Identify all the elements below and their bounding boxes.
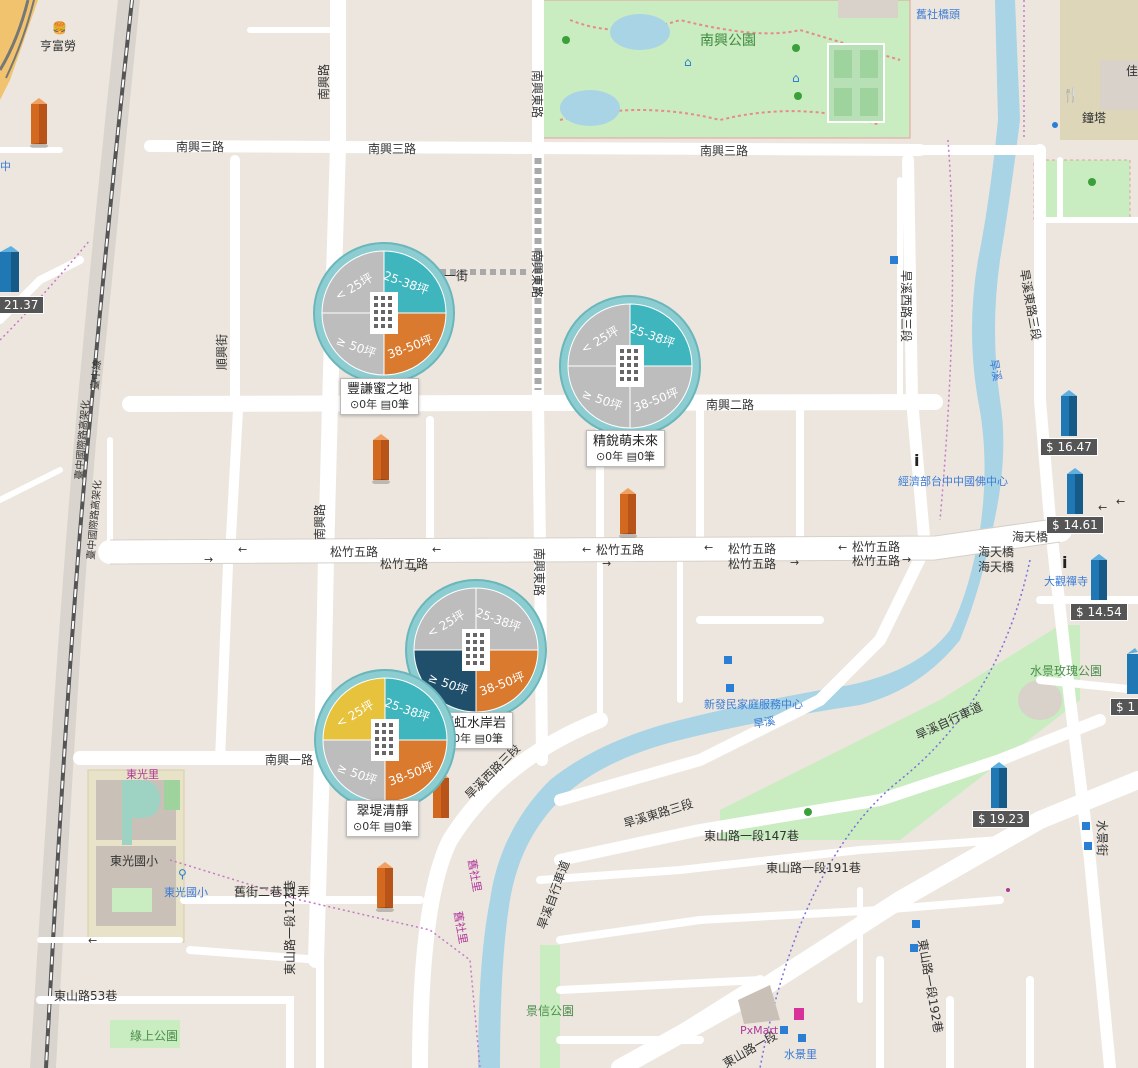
svg-text:←: ← xyxy=(432,543,441,556)
cluster-count: 0筆 xyxy=(394,820,413,833)
svg-text:←: ← xyxy=(582,543,591,556)
label-dongshan-53: 東山路53巷 xyxy=(54,988,117,1003)
price-tag[interactable]: $ 16.47 xyxy=(1040,438,1098,456)
fastfood-icon: 🍔 xyxy=(52,21,67,35)
cluster-name: 豐謙蜜之地 xyxy=(347,382,413,397)
label-nanxing-1st: 南興一路 xyxy=(265,752,313,767)
house-icon: ⌂ xyxy=(684,55,692,69)
svg-text:←: ← xyxy=(88,934,97,947)
label-jiushe-bridge: 舊社橋頭 xyxy=(916,7,960,21)
label-songzhu-f: 松竹五路 xyxy=(852,539,900,554)
cluster-marker[interactable]: 25-38坪 38-50坪 ≥ 50坪 < 25坪 xyxy=(311,240,457,386)
label-nanxing-2nd: 南興二路 xyxy=(706,397,754,412)
price-tag[interactable]: $ 19.23 xyxy=(972,810,1030,828)
label-nanxing-road: 南興路 xyxy=(316,64,331,100)
cluster-card[interactable]: 豐謙蜜之地 ⊙0年 ▤0筆 xyxy=(340,378,420,415)
label-jia: 佳 xyxy=(1126,64,1138,78)
price-tag[interactable]: $ 14.61 xyxy=(1046,516,1104,534)
label-hengfu: 亨富勞 xyxy=(40,38,76,53)
label-dongshan-191: 東山路一段191巷 xyxy=(766,860,861,875)
cluster-count: 0筆 xyxy=(485,732,504,745)
cluster-meta: ⊙0年 ▤0筆 xyxy=(353,820,412,834)
label-songzhu-e: 松竹五路 xyxy=(728,556,776,571)
svg-text:i: i xyxy=(914,451,919,470)
svg-text:i: i xyxy=(1062,553,1067,572)
label-daguan-temple: 大觀禪寺 xyxy=(1044,574,1088,588)
label-temple-center: 經濟部台中中國佛中心 xyxy=(898,474,1008,488)
map-canvas[interactable]: 南興三路 南興三路 南興三路 南興二路 南興一路 松竹五路 松竹五路 松竹五路 … xyxy=(0,0,1138,1068)
cluster-count: 0筆 xyxy=(391,398,410,411)
label-songzhu-a: 松竹五路 xyxy=(330,544,378,559)
record-icon: ▤ xyxy=(380,820,395,833)
cluster-marker[interactable]: 25-38坪 38-50坪 ≥ 50坪 < 25坪 xyxy=(312,667,458,813)
label-jingxin-park: 景信公園 xyxy=(526,1004,574,1018)
record-icon: ▤ xyxy=(623,450,638,463)
label-nanxing-dong-a: 南興東路 xyxy=(530,70,545,118)
svg-text:→: → xyxy=(408,563,417,576)
cluster-age: 0年 xyxy=(605,450,624,463)
record-icon: ▤ xyxy=(471,732,486,745)
label-nanxing-park: 南興公園 xyxy=(700,33,756,49)
label-nanxing-3rd-c: 南興三路 xyxy=(700,143,748,158)
label-songzhu-c: 松竹五路 xyxy=(596,542,644,557)
cluster-name: 精銳萌未來 xyxy=(593,434,659,449)
label-nanxing-road-b: 南興路 xyxy=(312,504,327,540)
price-tag[interactable]: 21.37 xyxy=(0,296,45,314)
label-shunxing: 順興街 xyxy=(215,334,229,370)
label-nanxing-3rd-b: 南興三路 xyxy=(368,141,416,156)
label-dongguang-li: 東光里 xyxy=(126,767,159,781)
label-lushang-park: 綠上公園 xyxy=(130,1029,178,1043)
clock-icon: ⊙ xyxy=(349,398,360,411)
cluster-meta: ⊙0年 ▤0筆 xyxy=(593,450,658,464)
label-haitian-b: 海天橋 xyxy=(978,544,1014,559)
label-dongshan-147: 東山路一段147巷 xyxy=(704,828,799,843)
svg-text:←: ← xyxy=(704,541,713,554)
clock-icon: ⊙ xyxy=(353,820,363,833)
label-zhong: 中 xyxy=(0,160,11,173)
svg-text:←: ← xyxy=(1116,495,1125,508)
shelter-icon: ⌂ xyxy=(792,71,800,85)
svg-text:→: → xyxy=(204,553,213,566)
label-jiujie: 舊街二巷11弄 xyxy=(234,884,309,899)
label-songzhu-b: 松竹五路 xyxy=(380,556,428,571)
cluster-age: 0年 xyxy=(359,398,378,411)
svg-text:→: → xyxy=(902,553,911,566)
restaurant-icon: 🍴 xyxy=(1062,87,1079,104)
bicycle-icon: ⚲ xyxy=(178,867,187,881)
svg-text:→: → xyxy=(602,557,611,570)
label-xinfa-center: 新發民家庭服務中心 xyxy=(704,697,803,711)
label-nanxing-3rd-a: 南興三路 xyxy=(176,139,224,154)
label-dongshan-123: 東山路一段123巷 xyxy=(282,880,297,975)
cluster-meta: ⊙0年 ▤0筆 xyxy=(347,398,412,412)
svg-text:←: ← xyxy=(838,541,847,554)
label-pxmart: PxMart xyxy=(740,1024,779,1037)
cluster-age: 0年 xyxy=(362,820,381,833)
label-songzhu-d: 松竹五路 xyxy=(728,541,776,556)
cluster-name: 翠堤清靜 xyxy=(356,804,409,819)
cluster-marker[interactable]: 25-38坪 38-50坪 ≥ 50坪 < 25坪 xyxy=(557,293,703,439)
label-zhonglou: 鐘塔 xyxy=(1082,110,1106,125)
svg-text:←: ← xyxy=(238,543,247,556)
label-songzhu-g: 松竹五路 xyxy=(852,553,900,568)
basemap: 南興三路 南興三路 南興三路 南興二路 南興一路 松竹五路 松竹五路 松竹五路 … xyxy=(0,0,1138,1068)
cluster-count: 0筆 xyxy=(637,450,656,463)
label-haitian-c: 海天橋 xyxy=(978,559,1014,574)
svg-text:←: ← xyxy=(1098,501,1107,514)
label-nanxing-dong-b: 南興東路 xyxy=(530,250,545,298)
record-icon: ▤ xyxy=(377,398,392,411)
clock-icon: ⊙ xyxy=(595,450,606,463)
label-dongguang-school-b: 東光國小 xyxy=(164,885,208,899)
svg-text:→: → xyxy=(790,556,799,569)
cluster-card[interactable]: 翠堤清靜 ⊙0年 ▤0筆 xyxy=(346,800,420,837)
label-dongguang-school: 東光國小 xyxy=(110,854,158,868)
label-shuijing-li: 水景里 xyxy=(784,1048,817,1061)
label-shuijing-st: 水景街 xyxy=(1095,820,1109,856)
label-hanxi-west-3b: 旱溪西路三段 xyxy=(899,270,914,342)
price-tag[interactable]: $ 1 xyxy=(1110,698,1138,716)
price-tag[interactable]: $ 14.54 xyxy=(1070,603,1128,621)
label-haitian-a: 海天橋 xyxy=(1012,529,1048,544)
label-shuijing-park: 水景玫瑰公園 xyxy=(1030,663,1102,678)
cluster-card[interactable]: 精銳萌未來 ⊙0年 ▤0筆 xyxy=(586,430,666,467)
